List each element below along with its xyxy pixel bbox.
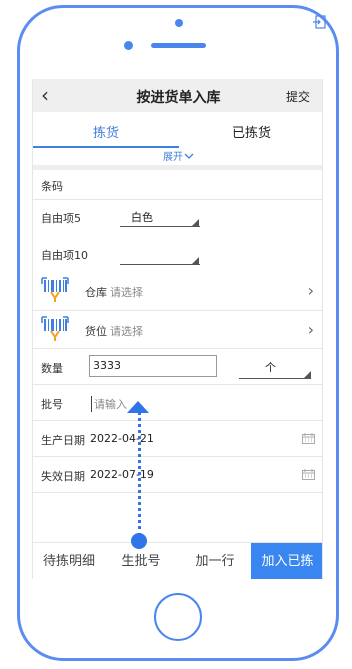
warehouse-label: 仓库 [85, 286, 107, 299]
calendar-icon[interactable] [302, 469, 315, 480]
custom5-row: 自由项5 白色 [33, 200, 322, 236]
speaker-grille [151, 43, 206, 48]
barcode-scan-icon[interactable] [41, 316, 69, 342]
annotation-arrow-icon [127, 401, 149, 413]
annotation-pointer-line [138, 411, 141, 537]
dropdown-triangle-icon [304, 371, 311, 378]
production-date-label: 生产日期 [41, 434, 85, 447]
expand-toggle[interactable]: 展开 [33, 148, 322, 166]
home-button[interactable] [154, 593, 202, 641]
unit-value: 个 [265, 361, 276, 374]
tab-picked[interactable]: 已拣货 [232, 122, 271, 141]
barcode-label: 条码 [41, 180, 63, 193]
pending-details-button[interactable]: 待拣明细 [33, 543, 105, 579]
batch-label: 批号 [41, 398, 63, 411]
expiry-date-row[interactable]: 失效日期 2022-07-19 [33, 457, 322, 493]
submit-button[interactable]: 提交 [286, 88, 310, 105]
custom10-row: 自由项10 [33, 236, 322, 272]
tab-bar: 拣货 已拣货 [33, 112, 322, 148]
production-date-value: 2022-04-21 [90, 432, 154, 445]
page-title: 按进货单入库 [136, 90, 221, 106]
calendar-icon[interactable] [302, 433, 315, 444]
expiry-date-label: 失效日期 [41, 470, 85, 483]
production-date-row[interactable]: 生产日期 2022-04-21 [33, 421, 322, 457]
location-label: 货位 [85, 325, 107, 338]
quantity-label: 数量 [41, 362, 63, 375]
chevron-right-icon: › [307, 320, 314, 339]
quantity-row: 数量 3333 个 [33, 349, 322, 385]
location-placeholder: 请选择 [110, 325, 143, 338]
custom5-value: 白色 [131, 211, 153, 224]
bottom-action-bar: 待拣明细 生批号 加一行 加入已拣 [33, 542, 322, 579]
unit-underline [239, 378, 311, 379]
dropdown-triangle-icon [192, 219, 199, 226]
sensor-dot [124, 41, 133, 50]
batch-row: 批号 请输入 [33, 385, 322, 421]
expand-label: 展开 [163, 152, 183, 163]
front-camera [175, 19, 183, 27]
exit-icon[interactable] [312, 15, 326, 29]
app-screen: ‹ 按进货单入库 提交 拣货 已拣货 展开 条码 自由项5 白色 自由项10 仓… [32, 79, 323, 579]
dropdown-triangle-icon [192, 257, 199, 264]
batch-input[interactable]: 请输入 [91, 396, 127, 412]
add-to-picked-button[interactable]: 加入已拣 [251, 543, 322, 579]
warehouse-row[interactable]: 仓库 请选择 › [33, 272, 322, 311]
custom10-underline [120, 264, 200, 265]
annotation-dot [131, 533, 147, 549]
nav-header: ‹ 按进货单入库 提交 [33, 79, 322, 112]
warehouse-placeholder: 请选择 [110, 286, 143, 299]
quantity-input[interactable]: 3333 [89, 355, 217, 377]
custom5-label: 自由项5 [41, 212, 81, 225]
chevron-down-icon [184, 153, 194, 159]
chevron-right-icon: › [307, 281, 314, 300]
location-row[interactable]: 货位 请选择 › [33, 311, 322, 349]
barcode-scan-icon[interactable] [41, 277, 69, 303]
expiry-date-value: 2022-07-19 [90, 468, 154, 481]
tab-picking[interactable]: 拣货 [93, 122, 119, 141]
custom5-underline [120, 226, 200, 227]
add-row-button[interactable]: 加一行 [179, 543, 251, 579]
barcode-row[interactable]: 条码 [33, 170, 322, 200]
custom10-label: 自由项10 [41, 249, 88, 262]
